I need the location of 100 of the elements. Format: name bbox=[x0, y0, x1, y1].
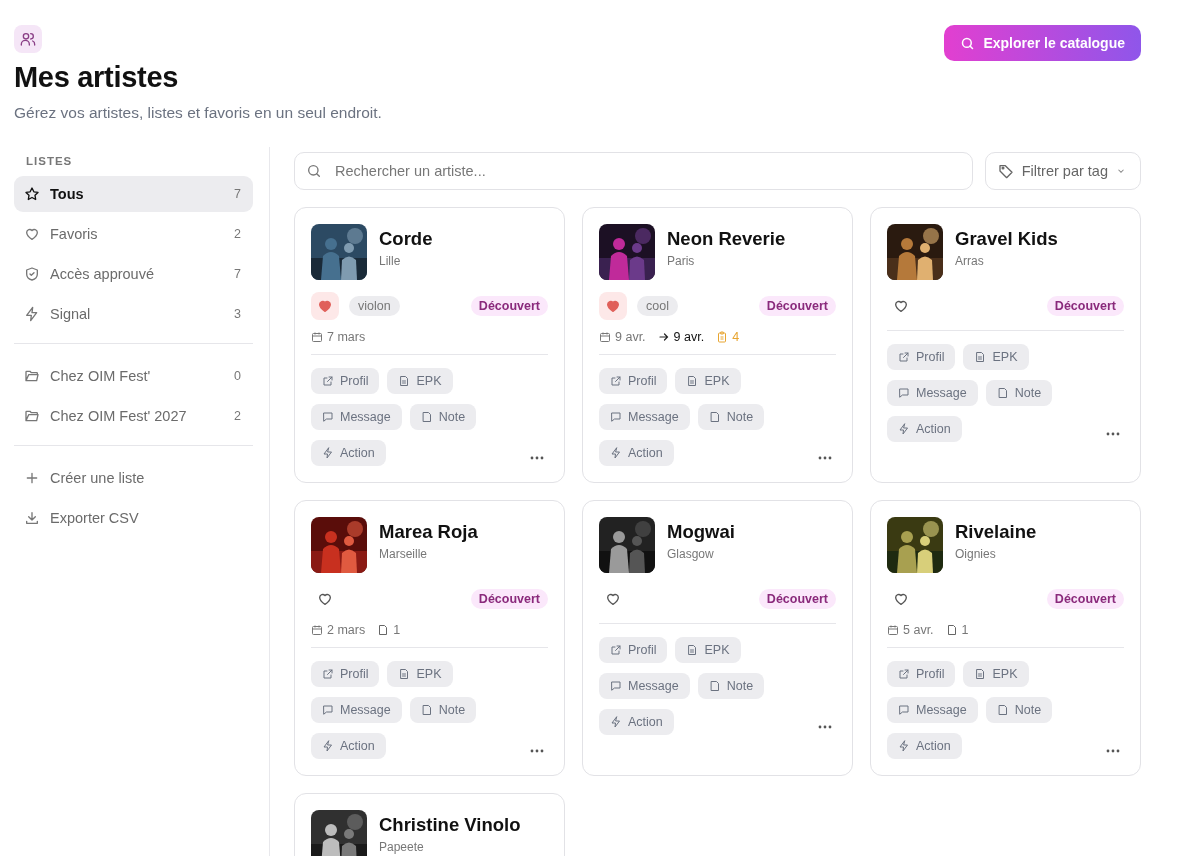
card-action-button[interactable]: Note bbox=[697, 404, 765, 430]
artist-city: Glasgow bbox=[667, 547, 715, 561]
tag-icon bbox=[997, 163, 1014, 179]
card-action-button[interactable]: Profil bbox=[311, 368, 380, 394]
favorite-button[interactable] bbox=[311, 292, 339, 320]
sidebar-item[interactable]: Signal 3 bbox=[14, 296, 253, 332]
card-action-button[interactable]: Message bbox=[599, 673, 690, 699]
card-action-button[interactable]: Note bbox=[985, 380, 1053, 406]
note-icon bbox=[708, 680, 721, 692]
card-action-button[interactable]: EPK bbox=[387, 661, 453, 687]
card-action-button[interactable]: Profil bbox=[887, 344, 956, 370]
external-link-icon bbox=[898, 668, 910, 680]
document-icon bbox=[398, 668, 411, 680]
folder-icon bbox=[24, 368, 40, 384]
status-badge: Découvert bbox=[758, 589, 836, 609]
card-action-button[interactable]: Profil bbox=[599, 637, 668, 663]
page-subtitle: Gérez vos artistes, listes et favoris en un seul endroit. bbox=[14, 104, 382, 122]
heart-icon bbox=[893, 298, 909, 314]
card-action-button[interactable]: Message bbox=[887, 697, 978, 723]
meta-text: 9 avr. bbox=[615, 330, 646, 344]
explore-catalog-button[interactable]: Explorer le catalogue bbox=[944, 25, 1141, 61]
meta-text: 7 mars bbox=[327, 330, 366, 344]
folder-icon bbox=[24, 408, 40, 424]
artist-city: Oignies bbox=[955, 547, 997, 561]
card-action-button[interactable]: EPK bbox=[675, 368, 741, 394]
card-action-button[interactable]: Note bbox=[697, 673, 765, 699]
card-action-button[interactable]: EPK bbox=[963, 344, 1029, 370]
sidebar-item[interactable]: Créer une liste bbox=[14, 460, 253, 496]
calendar-icon bbox=[311, 624, 323, 636]
meta-text: 1 bbox=[393, 623, 401, 637]
search-icon bbox=[306, 163, 322, 179]
card-action-button[interactable]: Profil bbox=[887, 661, 956, 687]
card-action-button[interactable]: EPK bbox=[675, 637, 741, 663]
note-icon bbox=[420, 411, 433, 423]
status-badge: Découvert bbox=[470, 296, 548, 316]
card-action-button[interactable]: Action bbox=[599, 440, 674, 466]
lightning-icon bbox=[898, 740, 910, 752]
favorite-button[interactable] bbox=[599, 292, 627, 320]
heart-icon bbox=[605, 298, 621, 314]
sidebar-item[interactable]: Tous 7 bbox=[14, 176, 253, 212]
chat-bubble-icon bbox=[322, 704, 334, 716]
note-icon bbox=[996, 704, 1009, 716]
card-action-button[interactable]: EPK bbox=[387, 368, 453, 394]
artist-name: Mogwai bbox=[667, 521, 735, 543]
card-action-button[interactable]: Note bbox=[985, 697, 1053, 723]
card-action-button[interactable]: Note bbox=[409, 697, 477, 723]
document-icon bbox=[686, 644, 699, 656]
chat-bubble-icon bbox=[610, 680, 622, 692]
sidebar-item[interactable]: Exporter CSV bbox=[14, 500, 253, 536]
sidebar-item[interactable]: Favoris 2 bbox=[14, 216, 253, 252]
calendar-icon bbox=[311, 331, 323, 343]
meta-text: 4 bbox=[732, 330, 740, 344]
card-action-button[interactable]: Message bbox=[599, 404, 690, 430]
download-icon bbox=[24, 510, 40, 526]
card-action-button[interactable]: Message bbox=[311, 697, 402, 723]
card-action-button[interactable]: Action bbox=[599, 709, 674, 735]
artist-name: Neon Reverie bbox=[667, 228, 786, 250]
search-field[interactable]: Rechercher un artiste... bbox=[294, 152, 973, 190]
artist-name: Corde bbox=[379, 228, 433, 250]
heart-icon bbox=[317, 298, 333, 314]
lightning-icon bbox=[24, 306, 40, 322]
card-action-button[interactable]: Action bbox=[887, 733, 962, 759]
card-action-button[interactable]: Note bbox=[409, 404, 477, 430]
star-icon bbox=[24, 186, 40, 202]
chat-bubble-icon bbox=[322, 411, 334, 423]
card-action-button[interactable]: Message bbox=[311, 404, 402, 430]
document-icon bbox=[974, 351, 987, 363]
lightning-icon bbox=[322, 740, 334, 752]
note-icon bbox=[708, 411, 721, 423]
artist-name: Christine Vinolo bbox=[379, 814, 521, 836]
sidebar-item[interactable]: Chez OIM Fest' 2027 2 bbox=[14, 398, 253, 434]
calendar-icon bbox=[599, 331, 611, 343]
artist-name: Rivelaine bbox=[955, 521, 1037, 543]
card-action-button[interactable]: Action bbox=[311, 733, 386, 759]
card-action-button[interactable]: Profil bbox=[311, 661, 380, 687]
card-action-button[interactable]: Message bbox=[887, 380, 978, 406]
tag-filter-dropdown[interactable]: Filtrer par tag bbox=[984, 152, 1141, 190]
artist-name: Marea Roja bbox=[379, 521, 478, 543]
lightning-icon bbox=[610, 716, 622, 728]
status-badge: Découvert bbox=[470, 589, 548, 609]
document-icon bbox=[398, 375, 411, 387]
meta-text: 1 bbox=[961, 623, 969, 637]
meta-text: 2 mars bbox=[327, 623, 366, 637]
sidebar-item[interactable]: Accès approuvé 7 bbox=[14, 256, 253, 292]
tag-chip: cool bbox=[637, 296, 678, 316]
card-action-button[interactable]: Action bbox=[311, 440, 386, 466]
card-action-button[interactable]: Action bbox=[887, 416, 962, 442]
external-link-icon bbox=[610, 644, 622, 656]
card-action-button[interactable]: EPK bbox=[963, 661, 1029, 687]
artist-city: Arras bbox=[955, 254, 985, 268]
external-link-icon bbox=[610, 375, 622, 387]
plus-icon bbox=[24, 470, 40, 486]
status-badge: Découvert bbox=[1046, 296, 1124, 316]
sidebar-item[interactable]: Chez OIM Fest' 0 bbox=[14, 358, 253, 394]
tag-chip: violon bbox=[349, 296, 400, 316]
shield-icon bbox=[24, 266, 40, 282]
card-action-button[interactable]: Profil bbox=[599, 368, 668, 394]
page-title: Mes artistes bbox=[14, 61, 179, 94]
document-icon bbox=[974, 668, 987, 680]
artist-city: Marseille bbox=[379, 547, 428, 561]
